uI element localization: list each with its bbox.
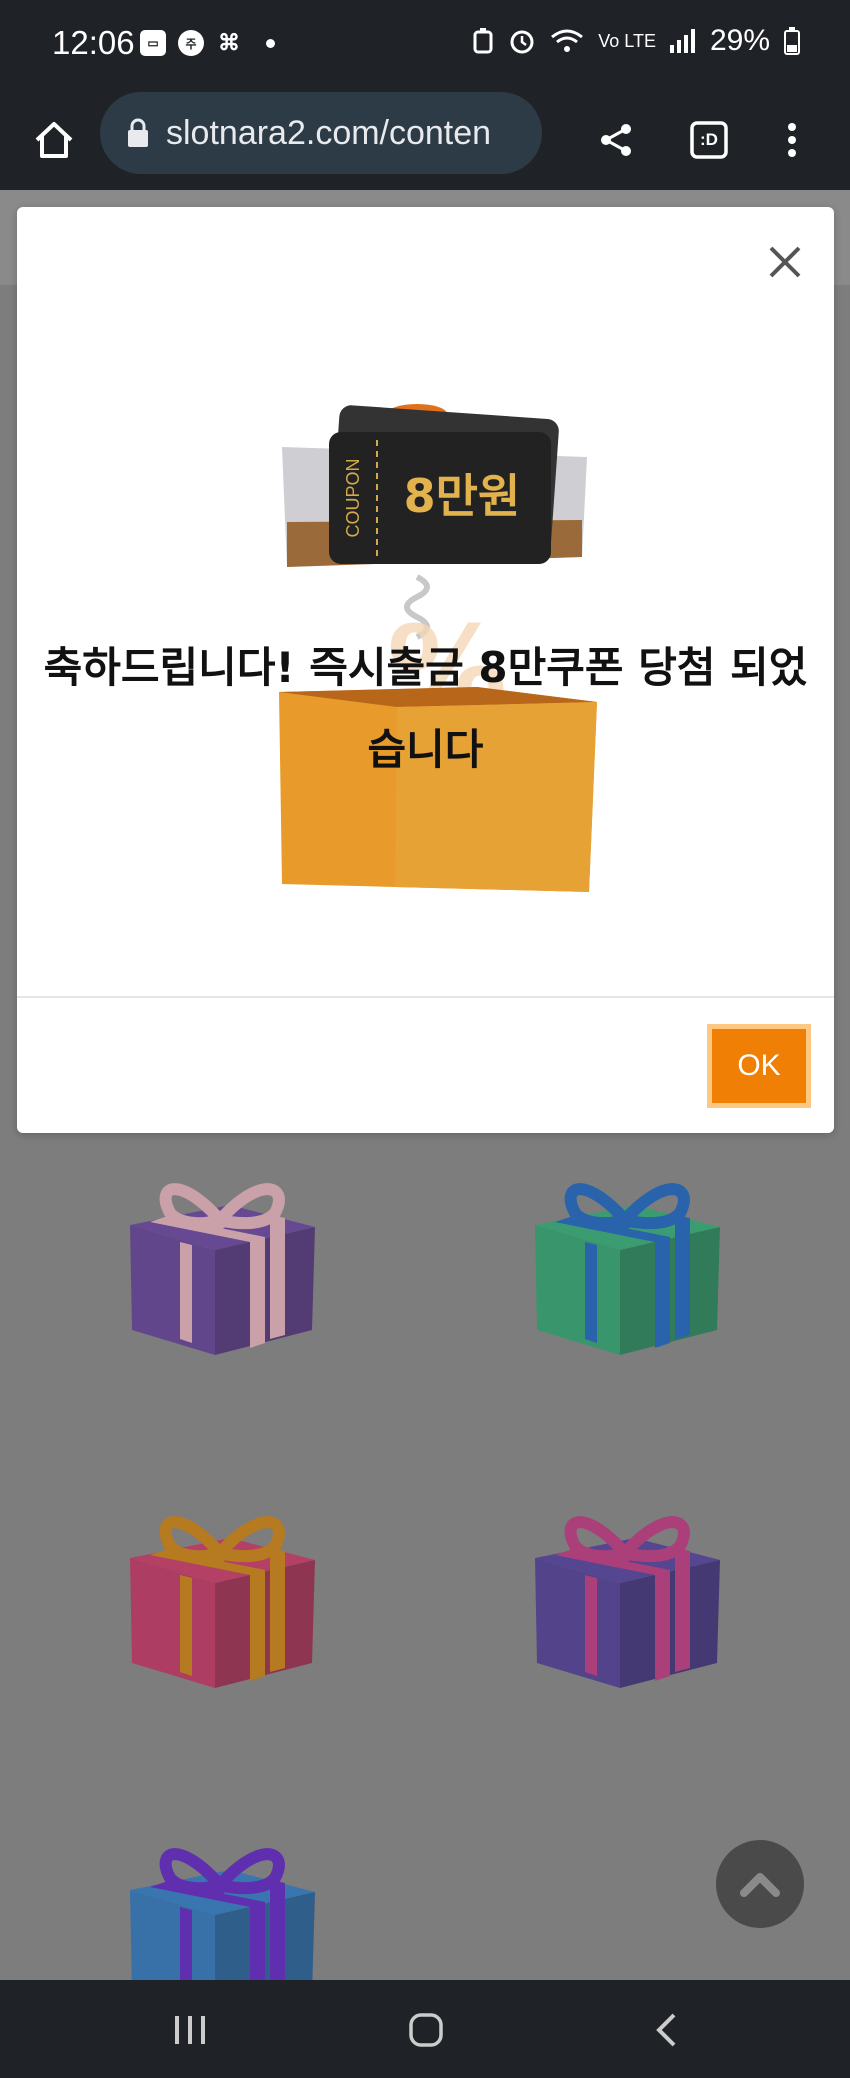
signal-icon [669,29,695,53]
url-bar[interactable]: slotnara2.com/conten [100,92,542,174]
notification-icons: ▭ 주 ⌘ [140,30,275,56]
recent-apps-icon [175,2016,205,2044]
coupon-modal: COUPON 8만원 % 축하드립니다! 즉시출금 8만쿠폰 당첨 되었습니다 … [17,207,834,1133]
more-notifications-dot [266,38,275,48]
app-icon: ⌘ [218,30,240,55]
lock-icon [126,118,150,148]
home-nav-button[interactable] [386,2000,466,2060]
scroll-to-top-button[interactable] [716,1840,804,1928]
order-icon: 주 [178,30,204,56]
gift-box-icon[interactable] [120,1165,330,1365]
alarm-icon [510,30,534,54]
home-icon [35,122,73,158]
home-circle-icon [409,2013,443,2047]
gift-box-icon[interactable] [120,1830,330,1980]
gallery-icon: ▭ [140,30,166,56]
gift-box-icon[interactable] [120,1498,330,1698]
modal-message: 축하드립니다! 즉시출금 8만쿠폰 당첨 되었습니다 [43,643,808,774]
back-button[interactable] [626,2000,706,2060]
coupon-label: COUPON [343,458,363,537]
url-text: slotnara2.com/conten [166,113,492,152]
status-bar: 12:06 ▭ 주 ⌘ Vo LTE 29% [0,0,850,90]
system-nav-bar [0,1980,850,2078]
recent-apps-button[interactable] [150,2000,230,2060]
menu-button[interactable] [764,112,820,168]
gift-box-icon[interactable] [525,1498,735,1698]
battery-percent: 29% [709,24,770,57]
chevron-up-icon [740,1873,780,1897]
share-icon [601,124,631,156]
close-button[interactable] [760,237,810,287]
recycle-icon [473,28,493,54]
close-icon [769,246,801,278]
status-time: 12:06 [52,24,135,61]
ok-button[interactable]: OK [707,1024,811,1108]
battery-icon [784,27,800,55]
tab-switcher-button[interactable]: :D [681,112,737,168]
coupon-value: 8만원 [404,469,521,523]
modal-divider [17,996,834,998]
wifi-icon [551,29,584,52]
more-vert-icon [788,123,796,157]
back-icon [656,2013,676,2047]
tab-count: :D [700,130,718,149]
status-right: Vo LTE 29% [472,24,800,58]
volte-label: Vo LTE [598,30,656,51]
gift-box-icon[interactable] [525,1165,735,1365]
share-button[interactable] [588,112,644,168]
home-button[interactable] [26,112,82,168]
